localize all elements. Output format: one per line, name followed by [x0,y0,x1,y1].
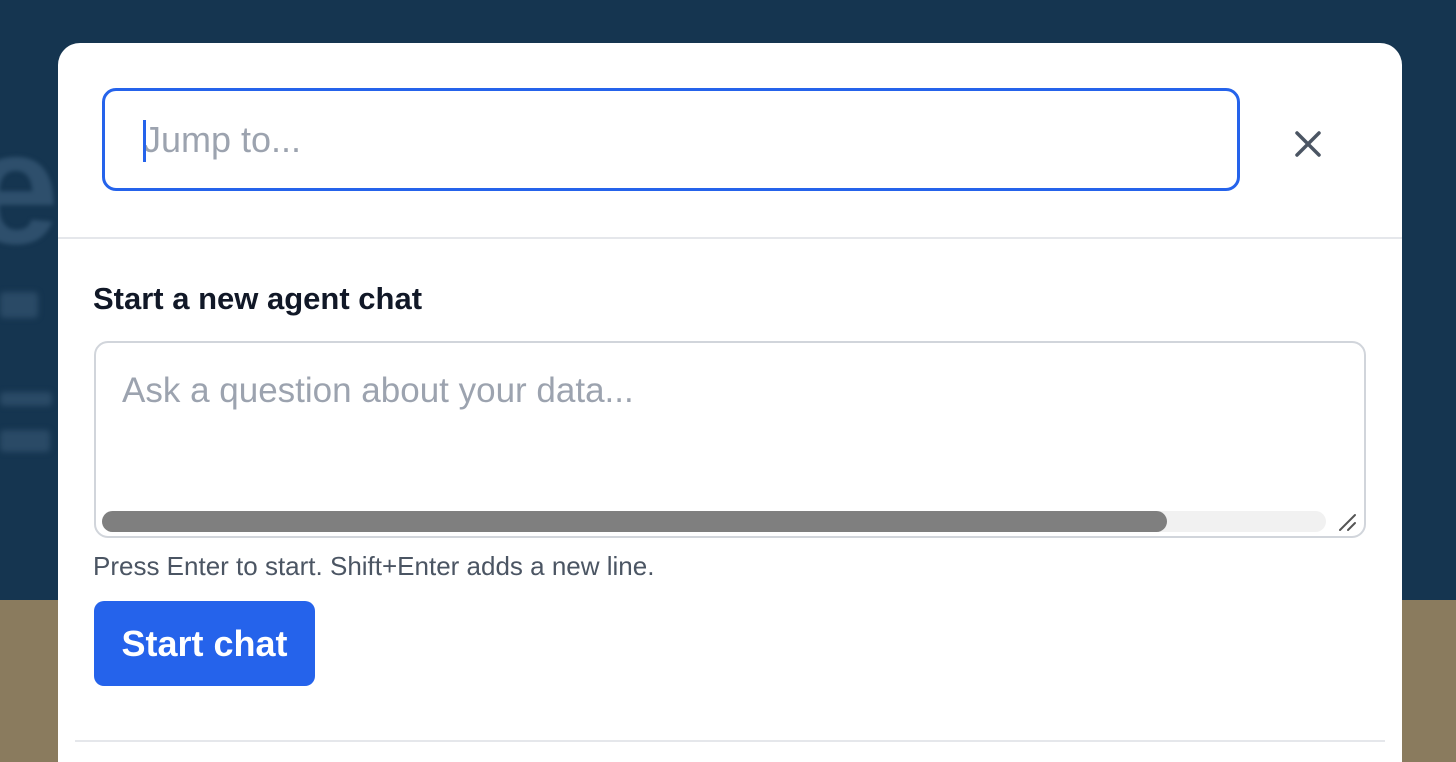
new-agent-chat-heading: Start a new agent chat [93,281,423,316]
jump-to-search-input[interactable] [102,88,1240,191]
divider [75,740,1385,742]
backdrop-text-fragment [0,392,52,406]
resize-handle-icon[interactable] [1336,511,1358,533]
divider [58,237,1402,239]
horizontal-scrollbar-thumb[interactable] [102,511,1167,532]
command-palette-modal: Start a new agent chat Press Enter to st… [58,43,1402,762]
chat-question-field [94,341,1366,538]
close-icon [1295,131,1321,157]
backdrop-text-fragment [0,430,50,452]
text-caret [143,120,146,162]
search-row [58,43,1402,238]
keyboard-hint-text: Press Enter to start. Shift+Enter adds a… [93,551,655,581]
chat-question-textarea[interactable] [96,343,1364,536]
start-chat-button[interactable]: Start chat [94,601,315,686]
backdrop-text-fragment [0,292,38,318]
horizontal-scrollbar-track[interactable] [102,511,1326,532]
backdrop-logo-fragment: e [0,98,59,277]
close-button[interactable] [1280,121,1336,167]
